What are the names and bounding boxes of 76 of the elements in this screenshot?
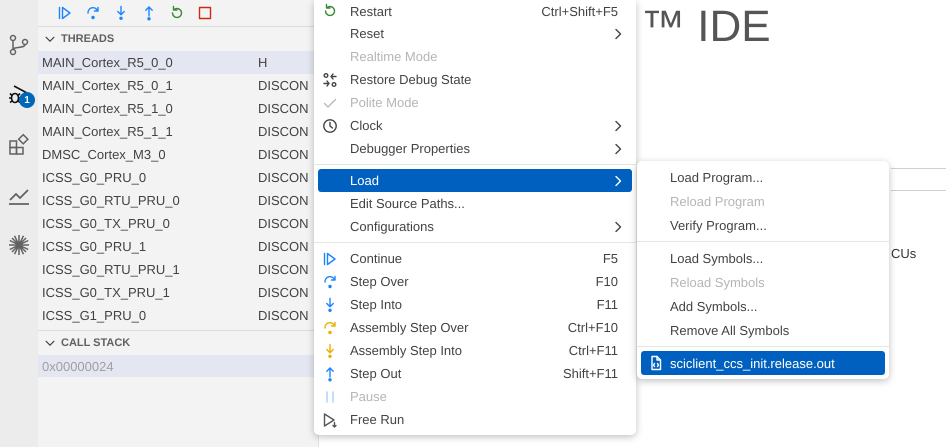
thread-status: H [258,55,268,70]
thread-status: DISCON [258,78,309,93]
restart-icon [322,3,338,19]
menu-item[interactable]: Restart Ctrl+Shift+F5 [318,0,632,22]
menu-item[interactable]: Step Into F11 [318,293,632,316]
thread-status: DISCON [258,239,309,254]
restart-icon[interactable] [169,5,185,21]
menu-item[interactable]: Load Symbols... [641,246,885,270]
menu-item[interactable]: Continue F5 [318,247,632,270]
menu-item[interactable]: Step Out Shift+F11 [318,362,632,385]
thread-row[interactable]: MAIN_Cortex_R5_0_1 DISCON [38,74,318,97]
text-field[interactable] [891,168,946,191]
continue-icon[interactable] [57,5,73,21]
menu-item[interactable]: Reset [318,22,632,45]
menu-item[interactable]: Restore Debug State [318,68,632,91]
play-outline-icon [322,412,338,428]
body-text: CUs [891,246,916,261]
menu-item[interactable]: Edit Source Paths... [318,192,632,215]
thread-name: ICSS_G0_RTU_PRU_1 [42,262,181,277]
thread-row[interactable]: ICSS_G0_PRU_0 DISCON [38,166,318,189]
thread-name: ICSS_G0_RTU_PRU_0 [42,193,181,208]
thread-status: DISCON [258,216,309,231]
thread-row[interactable]: ICSS_G0_TX_PRU_0 DISCON [38,212,318,235]
thread-name: ICSS_G0_TX_PRU_0 [42,216,171,231]
section-header[interactable]: THREADS [38,27,318,51]
menu-item[interactable]: Add Symbols... [641,294,885,318]
step-over-icon[interactable] [85,5,101,21]
page-heading: ™ IDE [641,2,771,52]
thread-name: MAIN_Cortex_R5_0_1 [42,78,174,93]
menu-item[interactable]: Free Run [318,408,632,431]
menu-item[interactable]: Assembly Step Into Ctrl+F11 [318,339,632,362]
asterisk-icon[interactable] [7,233,31,257]
thread-status: DISCON [258,101,309,116]
menu-item[interactable]: Debugger Properties [318,137,632,160]
thread-row[interactable]: ICSS_G0_RTU_PRU_1 DISCON [38,258,318,281]
source-control-icon[interactable] [7,33,31,57]
menu-item[interactable]: Step Over F10 [318,270,632,293]
thread-row[interactable]: ICSS_G1_PRU_0 DISCON [38,304,318,327]
menu-item[interactable]: Remove All Symbols [641,318,885,342]
thread-row[interactable]: MAIN_Cortex_R5_1_1 DISCON [38,120,318,143]
thread-name: ICSS_G0_PRU_1 [42,239,148,254]
thread-name: ICSS_G0_PRU_0 [42,170,148,185]
thread-status: DISCON [258,124,309,139]
continue-icon [322,250,338,266]
menu-item[interactable]: Assembly Step Over Ctrl+F10 [318,316,632,339]
thread-name: MAIN_Cortex_R5_1_0 [42,101,174,116]
thread-name: MAIN_Cortex_R5_0_0 [42,55,174,70]
thread-row[interactable]: MAIN_Cortex_R5_1_0 DISCON [38,97,318,120]
swap-arrows-icon [322,72,338,88]
thread-name: MAIN_Cortex_R5_1_1 [42,124,174,139]
thread-row[interactable]: ICSS_G0_TX_PRU_1 DISCON [38,281,318,304]
notification-badge: 1 [19,92,35,108]
thread-name: ICSS_G0_TX_PRU_1 [42,285,171,300]
thread-status: DISCON [258,262,309,277]
thread-row[interactable]: DMSC_Cortex_M3_0 DISCON [38,143,318,166]
thread-status: DISCON [258,193,309,208]
thread-status: DISCON [258,285,309,300]
thread-status: DISCON [258,308,309,323]
stop-icon[interactable] [197,5,213,21]
thread-name: DMSC_Cortex_M3_0 [42,147,167,162]
menu-item[interactable]: sciclient_ccs_init.release.out [641,351,885,375]
step-over-icon [322,320,338,336]
extensions-icon[interactable] [7,133,31,157]
thread-row[interactable]: ICSS_G0_PRU_1 DISCON [38,235,318,258]
menu-item[interactable]: Load Program... [641,165,885,189]
menu-item[interactable]: Configurations [318,215,632,238]
menu-item[interactable]: Clock [318,114,632,137]
thread-name: ICSS_G1_PRU_0 [42,308,148,323]
menu-item[interactable]: Verify Program... [641,213,885,237]
thread-status: DISCON [258,170,309,185]
menu-item[interactable]: Load [318,169,632,192]
thread-row[interactable]: ICSS_G0_RTU_PRU_0 DISCON [38,189,318,212]
thread-status: DISCON [258,147,309,162]
clock-icon [322,118,338,134]
step-over-icon [322,274,338,290]
section-header[interactable]: CALL STACK [38,331,318,355]
